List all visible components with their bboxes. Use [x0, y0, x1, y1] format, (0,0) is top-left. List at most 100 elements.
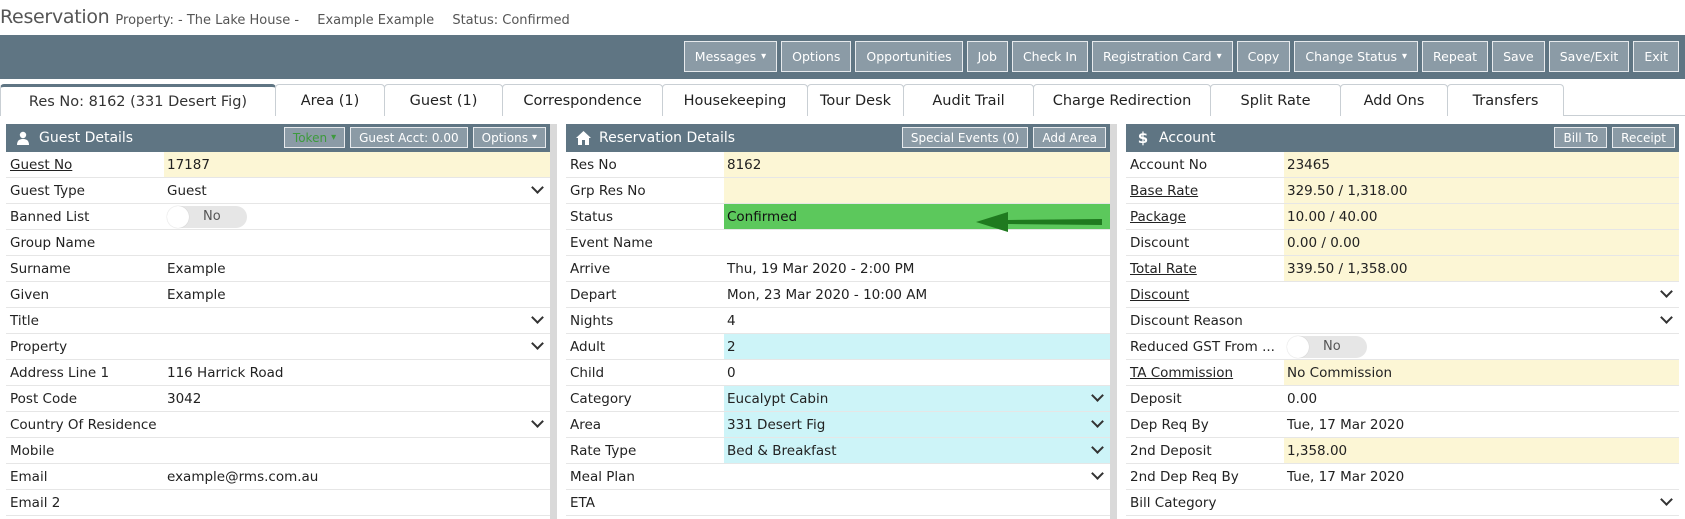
field-value: Bed & Breakfast [727, 442, 837, 459]
tab-area[interactable]: Area (1) [275, 84, 385, 116]
field-row-discount: Discount [1126, 282, 1679, 308]
field-value: 23465 [1287, 156, 1330, 173]
tab-housekeeping[interactable]: Housekeeping [662, 84, 808, 116]
field-dep-req-by[interactable]: Tue, 17 Mar 2020 [1284, 412, 1679, 437]
field-label: Given [10, 286, 50, 303]
toggle-switch[interactable]: No [167, 205, 247, 228]
save-button[interactable]: Save [1492, 41, 1545, 72]
guest-account-button[interactable]: Guest Acct: 0.00 [350, 127, 468, 148]
tab-res-no-8162[interactable]: Res No: 8162 (331 Desert Fig) [0, 84, 276, 116]
field-2nd-dep-req-by[interactable]: Tue, 17 Mar 2020 [1284, 464, 1679, 489]
field-guest-no[interactable]: 17187 [164, 152, 550, 177]
opportunities-button[interactable]: Opportunities [855, 41, 963, 72]
select-country-of-residence[interactable] [164, 412, 550, 437]
chevron-down-icon [1091, 389, 1104, 402]
field-email-2[interactable] [164, 490, 550, 515]
field-adult[interactable]: 2 [724, 334, 1110, 359]
field-package[interactable]: 10.00 / 40.00 [1284, 204, 1679, 229]
button-label: Job [977, 49, 997, 64]
field-label[interactable]: TA Commission [1126, 360, 1284, 385]
field-account-no[interactable]: 23465 [1284, 152, 1679, 177]
field-label[interactable]: Total Rate [1126, 256, 1284, 281]
field-nights[interactable]: 4 [724, 308, 1110, 333]
tab-guest[interactable]: Guest (1) [384, 84, 503, 116]
select-rate-type[interactable]: Bed & Breakfast [724, 438, 1110, 463]
check-in-button[interactable]: Check In [1011, 41, 1088, 72]
field-base-rate[interactable]: 329.50 / 1,318.00 [1284, 178, 1679, 203]
main-toolbar: Messages ▾ Options Opportunities Job Check In… [0, 35, 1685, 79]
field-row-child: Child 0 [566, 360, 1110, 386]
field-deposit[interactable]: 0.00 [1284, 386, 1679, 411]
field-row-ta-commission: TA Commission No Commission [1126, 360, 1679, 386]
button-label: Save/Exit [1559, 49, 1619, 64]
select-category[interactable]: Eucalypt Cabin [724, 386, 1110, 411]
field-ta-commission[interactable]: No Commission [1284, 360, 1679, 385]
save-exit-button[interactable]: Save/Exit [1548, 41, 1630, 72]
field-child[interactable]: 0 [724, 360, 1110, 385]
copy-button[interactable]: Copy [1236, 41, 1291, 72]
field-2nd-deposit[interactable]: 1,358.00 [1284, 438, 1679, 463]
field-depart[interactable]: Mon, 23 Mar 2020 - 10:00 AM [724, 282, 1110, 307]
tab-add-ons[interactable]: Add Ons [1340, 84, 1448, 116]
field-given[interactable]: Example [164, 282, 550, 307]
field-discount[interactable]: 0.00 / 0.00 [1284, 230, 1679, 255]
field-row-meal-plan: Meal Plan [566, 464, 1110, 490]
select-property[interactable] [164, 334, 550, 359]
field-value: 339.50 / 1,358.00 [1287, 260, 1408, 277]
add-area-button[interactable]: Add Area [1033, 127, 1106, 148]
field-surname[interactable]: Example [164, 256, 550, 281]
select-discount[interactable] [1284, 282, 1679, 307]
tab-charge-redirection[interactable]: Charge Redirection [1033, 84, 1211, 116]
field-label[interactable]: Base Rate [1126, 178, 1284, 203]
guest-options-button[interactable]: Options ▾ [472, 127, 546, 148]
select-discount-reason[interactable] [1284, 308, 1679, 333]
toggle-banned-list[interactable]: No [164, 204, 550, 229]
field-mobile[interactable] [164, 438, 550, 463]
field-post-code[interactable]: 3042 [164, 386, 550, 411]
field-address-line-1[interactable]: 116 Harrick Road [164, 360, 550, 385]
toolbar-buttons: Messages ▾ Options Opportunities Job Check In… [683, 41, 1679, 72]
select-meal-plan[interactable] [724, 464, 1110, 489]
receipt-button[interactable]: Receipt [1612, 127, 1675, 148]
field-grp-res-no[interactable] [724, 178, 1110, 203]
field-label[interactable]: Discount [1126, 282, 1284, 307]
field-label: Email [10, 468, 48, 485]
options-button[interactable]: Options [781, 41, 852, 72]
repeat-button[interactable]: Repeat [1422, 41, 1489, 72]
toggle-switch[interactable]: No [1287, 335, 1367, 358]
field-label: Title [10, 312, 39, 329]
token-button[interactable]: Token ▾ [283, 127, 346, 148]
select-guest-type[interactable]: Guest [164, 178, 550, 203]
field-eta[interactable] [724, 490, 1110, 515]
field-label: Dep Req By [1130, 416, 1209, 433]
registration-card-button[interactable]: Registration Card ▾ [1092, 41, 1233, 72]
messages-button[interactable]: Messages ▾ [683, 41, 778, 72]
field-row-property: Property [6, 334, 550, 360]
exit-button[interactable]: Exit [1633, 41, 1679, 72]
change-status-button[interactable]: Change Status ▾ [1294, 41, 1419, 72]
home-icon [575, 130, 591, 146]
chevron-down-icon [531, 311, 544, 324]
field-label[interactable]: Guest No [6, 152, 164, 177]
field-arrive[interactable]: Thu, 19 Mar 2020 - 2:00 PM [724, 256, 1110, 281]
tab-tour-desk[interactable]: Tour Desk [807, 84, 904, 116]
job-button[interactable]: Job [966, 41, 1008, 72]
tab-correspondence[interactable]: Correspondence [502, 84, 663, 116]
select-title[interactable] [164, 308, 550, 333]
field-label[interactable]: Package [1126, 204, 1284, 229]
tab-audit-trail[interactable]: Audit Trail [903, 84, 1034, 116]
tab-split-rate[interactable]: Split Rate [1210, 84, 1341, 116]
toggle-reduced-gst-from[interactable]: No [1284, 334, 1679, 359]
select-area[interactable]: 331 Desert Fig [724, 412, 1110, 437]
field-group-name[interactable] [164, 230, 550, 255]
reservation-details-panel: Reservation Details Special Events (0) A… [566, 124, 1117, 519]
field-total-rate[interactable]: 339.50 / 1,358.00 [1284, 256, 1679, 281]
tab-transfers[interactable]: Transfers [1447, 84, 1564, 116]
special-events-button[interactable]: Special Events (0) [901, 127, 1029, 148]
bill-to-button[interactable]: Bill To [1554, 127, 1608, 148]
field-label: Discount Reason [1130, 312, 1243, 329]
field-value: Confirmed [727, 208, 798, 225]
select-bill-category[interactable] [1284, 490, 1679, 515]
field-email[interactable]: example@rms.com.au [164, 464, 550, 489]
field-res-no[interactable]: 8162 [724, 152, 1110, 177]
